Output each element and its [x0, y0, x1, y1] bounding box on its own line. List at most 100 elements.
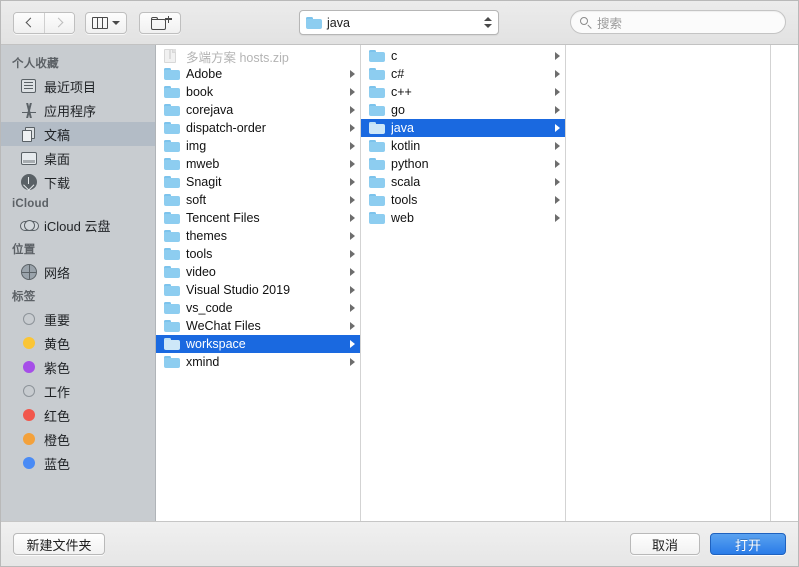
sidebar-item-label: 红色 — [44, 408, 71, 424]
folder-icon — [306, 16, 322, 29]
sidebar-item-label: 工作 — [44, 384, 71, 400]
folder-icon — [369, 176, 385, 188]
cancel-button[interactable]: 取消 — [630, 533, 700, 555]
row-label: vs_code — [186, 301, 233, 315]
sidebar-item-黄色[interactable]: 黄色 — [1, 331, 155, 355]
folder-row[interactable]: tools — [156, 245, 360, 263]
folder-icon — [164, 284, 180, 296]
disclosure-triangle-icon — [350, 196, 355, 204]
disclosure-triangle-icon — [555, 214, 560, 222]
folder-row[interactable]: scala — [361, 173, 565, 191]
folder-icon — [164, 302, 180, 314]
tag-dot-icon — [20, 407, 37, 424]
sidebar-item-重要[interactable]: 重要 — [1, 307, 155, 331]
folder-row[interactable]: img — [156, 137, 360, 155]
folder-row[interactable]: book — [156, 83, 360, 101]
open-button[interactable]: 打开 — [710, 533, 786, 555]
folder-icon — [164, 86, 180, 98]
folder-icon — [164, 230, 180, 242]
folder-row[interactable]: Visual Studio 2019 — [156, 281, 360, 299]
folder-row[interactable]: workspace — [156, 335, 360, 353]
folder-row[interactable]: kotlin — [361, 137, 565, 155]
column-java[interactable] — [566, 45, 771, 521]
sidebar-group-header: 位置 — [12, 244, 36, 256]
folder-row[interactable]: tools — [361, 191, 565, 209]
folder-row[interactable]: Snagit — [156, 173, 360, 191]
sidebar-item-下载[interactable]: 下载 — [1, 170, 155, 194]
zip-file-icon — [164, 49, 180, 63]
path-popup-label: java — [327, 15, 350, 30]
recents-icon — [20, 78, 37, 95]
folder-row[interactable]: vs_code — [156, 299, 360, 317]
row-label: scala — [391, 175, 421, 189]
sidebar-item-红色[interactable]: 红色 — [1, 403, 155, 427]
row-label: 多端方案 hosts.zip — [186, 50, 289, 65]
sidebar-item-label: 网络 — [44, 265, 71, 281]
folder-row[interactable]: go — [361, 101, 565, 119]
folder-row[interactable]: c — [361, 47, 565, 65]
sidebar-item-紫色[interactable]: 紫色 — [1, 355, 155, 379]
back-button[interactable] — [14, 12, 44, 33]
folder-row[interactable]: video — [156, 263, 360, 281]
file-open-dialog: java 搜索 个人收藏 最近项目 应用程序 文稿 桌面 下载 iCloud iCloud 云… — [0, 0, 799, 567]
folder-row[interactable]: themes — [156, 227, 360, 245]
folder-row[interactable]: web — [361, 209, 565, 227]
folder-row[interactable]: c++ — [361, 83, 565, 101]
tag-dot-icon — [20, 455, 37, 472]
folder-row[interactable]: xmind — [156, 353, 360, 371]
disclosure-triangle-icon — [555, 178, 560, 186]
new-folder-toolbar-button[interactable] — [139, 11, 181, 34]
row-label: corejava — [186, 103, 234, 117]
folder-row[interactable]: WeChat Files — [156, 317, 360, 335]
folder-row[interactable]: corejava — [156, 101, 360, 119]
folder-icon — [369, 212, 385, 224]
sidebar-item-工作[interactable]: 工作 — [1, 379, 155, 403]
tag-dot-icon — [20, 431, 37, 448]
folder-row[interactable]: c# — [361, 65, 565, 83]
column-view-icon — [92, 16, 108, 29]
forward-arrow-icon — [53, 17, 63, 28]
column-preview[interactable] — [771, 45, 798, 521]
row-label: Tencent Files — [186, 211, 260, 225]
toolbar: java 搜索 — [1, 1, 798, 45]
sidebar-item-最近项目[interactable]: 最近项目 — [1, 74, 155, 98]
icloud-drive-icon — [20, 217, 39, 234]
sidebar-item-label: 黄色 — [44, 336, 71, 352]
row-label: Visual Studio 2019 — [186, 283, 291, 297]
sidebar[interactable]: 个人收藏 最近项目 应用程序 文稿 桌面 下载 iCloud iCloud 云盘 位置 网络 标签重… — [1, 45, 156, 521]
sidebar-item-蓝色[interactable]: 蓝色 — [1, 451, 155, 475]
desktop-icon — [20, 150, 37, 167]
folder-icon — [369, 140, 385, 152]
new-folder-button[interactable]: 新建文件夹 — [13, 533, 105, 555]
path-popup-button[interactable]: java — [299, 10, 499, 35]
view-mode-button[interactable] — [85, 11, 127, 34]
sidebar-group-header: 个人收藏 — [12, 58, 59, 70]
folder-row[interactable]: Tencent Files — [156, 209, 360, 227]
column-documents[interactable]: 多端方案 hosts.zip Adobe book corejava dispatch-… — [156, 45, 361, 521]
disclosure-triangle-icon — [350, 88, 355, 96]
sidebar-item-网络[interactable]: 网络 — [1, 260, 155, 284]
disclosure-triangle-icon — [350, 232, 355, 240]
folder-icon — [369, 50, 385, 62]
row-label: workspace — [186, 337, 246, 351]
sidebar-item-橙色[interactable]: 橙色 — [1, 427, 155, 451]
column-workspace[interactable]: c c# c++ go java kotlin python scala tools web — [361, 45, 566, 521]
folder-row[interactable]: Adobe — [156, 65, 360, 83]
sidebar-group-header: 标签 — [12, 291, 36, 303]
sidebar-item-文稿[interactable]: 文稿 — [1, 122, 155, 146]
forward-button[interactable] — [44, 12, 74, 33]
folder-row[interactable]: java — [361, 119, 565, 137]
folder-row[interactable]: mweb — [156, 155, 360, 173]
search-field[interactable]: 搜索 — [570, 10, 786, 34]
row-label: java — [391, 121, 414, 135]
folder-row[interactable]: dispatch-order — [156, 119, 360, 137]
sidebar-item-应用程序[interactable]: 应用程序 — [1, 98, 155, 122]
folder-row[interactable]: soft — [156, 191, 360, 209]
sidebar-item-iCloud 云盘[interactable]: iCloud 云盘 — [1, 213, 155, 237]
folder-row[interactable]: python — [361, 155, 565, 173]
sidebar-item-桌面[interactable]: 桌面 — [1, 146, 155, 170]
row-label: tools — [186, 247, 213, 261]
disclosure-triangle-icon — [555, 70, 560, 78]
folder-icon — [369, 122, 385, 134]
disclosure-triangle-icon — [350, 214, 355, 222]
